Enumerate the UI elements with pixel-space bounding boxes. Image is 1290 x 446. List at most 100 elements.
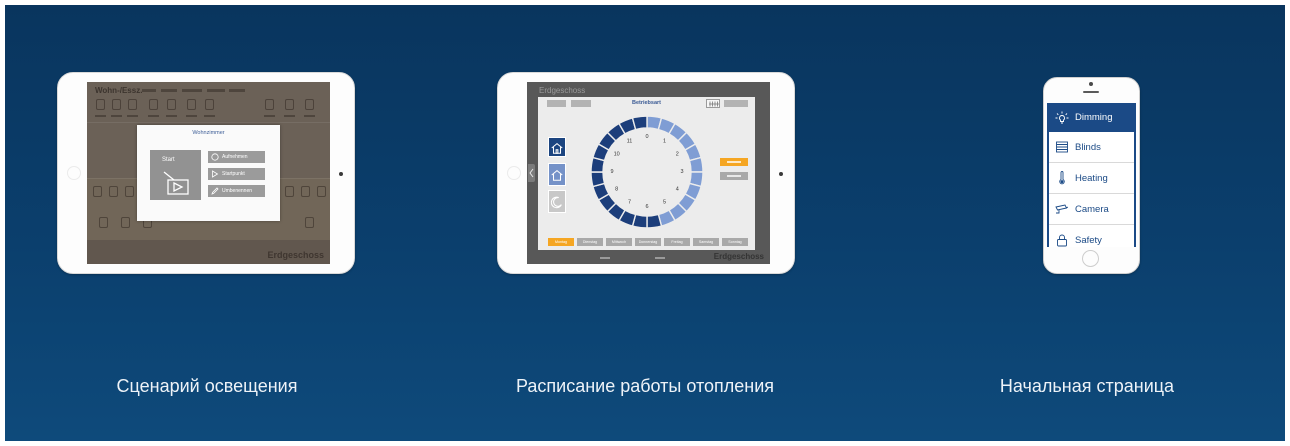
day-button-sunday[interactable]: Sonntag	[722, 238, 748, 246]
dimmed-device-label	[166, 115, 177, 117]
heating-schedule-screen: Erdgeschoss Betriebsart 0 1 2 3 4 5 6 7 8 9 10 11	[527, 82, 770, 264]
padlock-icon	[1057, 234, 1067, 247]
dimmed-device-label	[304, 115, 315, 117]
dimmed-device-label	[148, 115, 159, 117]
record-scene-label: Aufnehmen	[222, 154, 248, 160]
panel-button[interactable]	[724, 100, 748, 107]
speaker-grille	[1083, 91, 1099, 93]
dimmed-device-icon	[149, 99, 158, 110]
camera-dot	[779, 172, 783, 176]
schedule-segment[interactable]	[646, 213, 663, 229]
play-scene-icon	[163, 171, 189, 195]
home-button[interactable]	[507, 166, 521, 180]
hour-label: 7	[628, 199, 631, 205]
weekday-selector: Montag Dienstag Mittwoch Donnerstag Frei…	[548, 238, 748, 246]
day-button-monday[interactable]: Montag	[548, 238, 574, 246]
mode-tile-standby[interactable]	[548, 163, 566, 186]
tablet-lighting-scene: Wohn-/Essz. Erdgeschoss Wohnzimmer Start…	[57, 72, 355, 274]
mode-tile-night[interactable]	[548, 190, 566, 213]
home-button[interactable]	[67, 166, 81, 180]
lightbulb-icon	[1055, 111, 1069, 123]
blinds-icon	[1056, 141, 1068, 153]
dimmed-device-icon	[99, 217, 108, 228]
start-scene-button[interactable]: Start	[150, 150, 201, 200]
play-icon	[212, 170, 219, 178]
hour-label: 2	[676, 152, 679, 158]
dimmed-tab-label	[161, 89, 177, 92]
menu-item-camera[interactable]: Camera	[1049, 194, 1134, 225]
range-button-second-half[interactable]	[720, 172, 748, 180]
phone-home-button[interactable]	[1082, 250, 1099, 267]
home-menu-screen: Dimming Blinds Heating Camera Safety	[1047, 103, 1136, 247]
dimmed-device-icon	[96, 99, 105, 110]
floor-label: Erdgeschoss	[267, 250, 324, 260]
hour-label: 9	[610, 169, 613, 175]
hour-label: 1	[663, 139, 666, 145]
menu-item-heating[interactable]: Heating	[1049, 163, 1134, 194]
dimmed-tab-label	[229, 89, 245, 92]
day-button-wednesday[interactable]: Mittwoch	[606, 238, 632, 246]
menu-item-label: Safety	[1075, 234, 1102, 246]
dimmed-device-icon	[112, 99, 121, 110]
hour-label: 5	[663, 199, 666, 205]
start-point-label: Startpunkt	[222, 171, 245, 177]
dimmed-device-label	[111, 115, 122, 117]
day-button-friday[interactable]: Freitag	[664, 238, 690, 246]
schedule-segment[interactable]	[590, 171, 606, 188]
day-button-thursday[interactable]: Donnerstag	[635, 238, 661, 246]
dimmed-tab-label	[207, 89, 225, 92]
day-button-saturday[interactable]: Samstag	[693, 238, 719, 246]
house-icon	[551, 142, 563, 154]
dimmed-device-label	[95, 115, 106, 117]
schedule-dial[interactable]: 0 1 2 3 4 5 6 7 8 9 10 11	[587, 112, 707, 232]
dimmed-device-icon	[125, 186, 134, 197]
dimmed-device-icon	[187, 99, 196, 110]
camera-dot	[339, 172, 343, 176]
dimmed-device-icon	[317, 186, 326, 197]
menu-item-safety[interactable]: Safety	[1049, 225, 1134, 247]
record-scene-button[interactable]: Aufnehmen	[208, 151, 265, 163]
pencil-icon	[211, 187, 219, 195]
dimmed-device-label	[204, 115, 215, 117]
dimmed-device-icon	[93, 186, 102, 197]
dimmed-device-icon	[121, 217, 130, 228]
rename-scene-button[interactable]: Umbenennen	[208, 185, 265, 197]
menu-item-blinds[interactable]: Blinds	[1049, 132, 1134, 163]
radiator-icon	[709, 101, 719, 107]
start-point-button[interactable]: Startpunkt	[208, 168, 265, 180]
hour-label: 3	[680, 169, 683, 175]
house-icon	[551, 169, 563, 181]
dimmed-device-icon	[301, 186, 310, 197]
hour-label: 11	[627, 139, 633, 145]
dimmed-tab-label	[182, 89, 202, 92]
dimmed-divider	[87, 122, 330, 123]
page-indicator	[655, 257, 665, 259]
phone-home-page: Dimming Blinds Heating Camera Safety	[1043, 77, 1140, 274]
schedule-segment[interactable]	[688, 156, 704, 173]
mode-tile-comfort[interactable]	[548, 137, 566, 157]
range-button-first-half[interactable]	[720, 158, 748, 166]
menu-item-dimming[interactable]: Dimming	[1047, 103, 1136, 132]
camera-icon	[1055, 204, 1069, 214]
menu-item-label: Dimming	[1075, 112, 1113, 123]
dimmed-device-icon	[285, 186, 294, 197]
menu-item-label: Blinds	[1075, 141, 1101, 153]
heater-button[interactable]	[706, 99, 720, 108]
lighting-scene-screen: Wohn-/Essz. Erdgeschoss Wohnzimmer Start…	[87, 82, 330, 264]
hour-label: 0	[645, 134, 648, 140]
dimmed-device-label	[264, 115, 275, 117]
day-button-tuesday[interactable]: Dienstag	[577, 238, 603, 246]
previous-page-tab[interactable]	[528, 164, 535, 182]
page-indicator	[600, 257, 610, 259]
menu-item-label: Heating	[1075, 172, 1108, 184]
caption-lighting-scene: Сценарий освещения	[116, 376, 298, 396]
dimmed-device-label	[284, 115, 295, 117]
hour-label: 10	[614, 152, 620, 158]
rename-scene-label: Umbenennen	[222, 188, 253, 194]
dialog-title: Wohnzimmer	[192, 130, 225, 136]
hour-label: 4	[676, 187, 679, 193]
hour-label: 6	[645, 204, 648, 210]
schedule-segment[interactable]	[631, 115, 648, 131]
record-icon	[211, 153, 219, 161]
panel-title: Betriebsart	[631, 100, 662, 106]
